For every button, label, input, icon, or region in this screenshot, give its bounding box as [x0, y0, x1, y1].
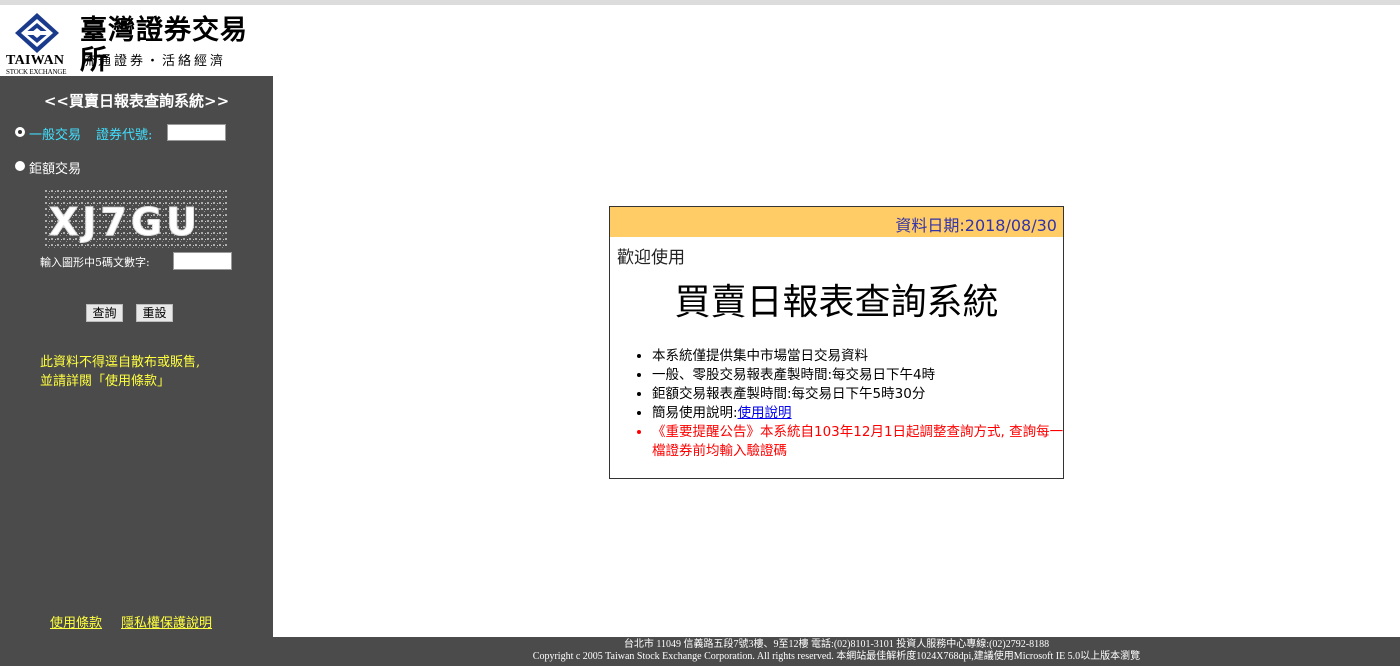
logo-text-en-sub: STOCK EXCHANGE: [6, 68, 67, 76]
radio-general-label[interactable]: 一般交易: [29, 124, 81, 143]
reset-button[interactable]: 重設: [136, 304, 173, 322]
usage-notice: 此資料不得逕自散布或販售, 並請詳閱「使用條款」: [40, 353, 260, 391]
query-sidebar: <<買賣日報表查詢系統>> 一般交易 證券代號: 鉅額交易 XJ7GU 輸入圖形…: [0, 76, 273, 637]
panel-header: 資料日期:2018/08/30: [610, 207, 1063, 237]
data-date: 資料日期:2018/08/30: [895, 216, 1057, 235]
captcha-input[interactable]: [173, 252, 232, 270]
footer-copyright: Copyright c 2005 Taiwan Stock Exchange C…: [532, 651, 1141, 662]
captcha-image: XJ7GU: [45, 190, 227, 248]
twse-emblem-icon: [15, 13, 59, 53]
captcha-prompt: 輸入圖形中5碼文數字:: [40, 256, 150, 269]
sidebar-title: <<買賣日報表查詢系統>>: [43, 92, 230, 110]
radio-block-label[interactable]: 鉅額交易: [29, 158, 81, 177]
privacy-link[interactable]: 隱私權保護說明: [121, 612, 212, 631]
captcha-noise-graphic: XJ7GU: [45, 190, 227, 248]
radio-general-trade[interactable]: [15, 127, 25, 137]
system-title: 買賣日報表查詢系統: [674, 282, 999, 323]
top-divider: [0, 0, 1400, 5]
footer: 台北市 11049 信義路五段7號3樓、9至12樓 電話:(02)8101-31…: [273, 637, 1400, 666]
terms-link[interactable]: 使用條款: [50, 612, 102, 631]
list-item: 一般、零股交易報表產製時間:每交易日下午4時: [652, 366, 1072, 385]
usage-guide-link[interactable]: 使用說明: [738, 405, 792, 421]
footer-address: 台北市 11049 信義路五段7號3樓、9至12樓 電話:(02)8101-31…: [623, 639, 1050, 650]
list-item: 簡易使用說明:使用說明: [652, 404, 1072, 423]
welcome-panel: 資料日期:2018/08/30 歡迎使用 買賣日報表查詢系統 本系統僅提供集中市…: [609, 206, 1064, 479]
query-button[interactable]: 查詢: [86, 304, 123, 322]
important-notice-item: 《重要提醒公告》本系統自103年12月1日起調整查詢方式, 查詢每一檔證券前均輸…: [652, 423, 1072, 461]
logo-text-en: TAIWAN: [6, 53, 65, 68]
info-list: 本系統僅提供集中市場當日交易資料 一般、零股交易報表產製時間:每交易日下午4時 …: [634, 347, 1072, 461]
radio-block-trade[interactable]: [15, 161, 25, 171]
twse-logo[interactable]: TAIWAN STOCK EXCHANGE 臺灣證券交易所 流通證券・活絡經濟: [0, 8, 273, 76]
logo-slogan: 流通證券・活絡經濟: [82, 54, 227, 69]
list-item: 本系統僅提供集中市場當日交易資料: [652, 347, 1072, 366]
usage-guide-label: 簡易使用說明:: [652, 405, 738, 421]
footer-left-bar: [0, 637, 273, 666]
list-item: 鉅額交易報表產製時間:每交易日下午5時30分: [652, 385, 1072, 404]
notice-line: 並請詳閱「使用條款」: [40, 374, 171, 389]
security-code-input[interactable]: [167, 124, 226, 141]
welcome-text: 歡迎使用: [617, 248, 685, 268]
captcha-text: XJ7GU: [49, 200, 201, 244]
notice-line: 此資料不得逕自散布或販售,: [40, 355, 201, 370]
security-code-label: 證券代號:: [96, 128, 153, 143]
